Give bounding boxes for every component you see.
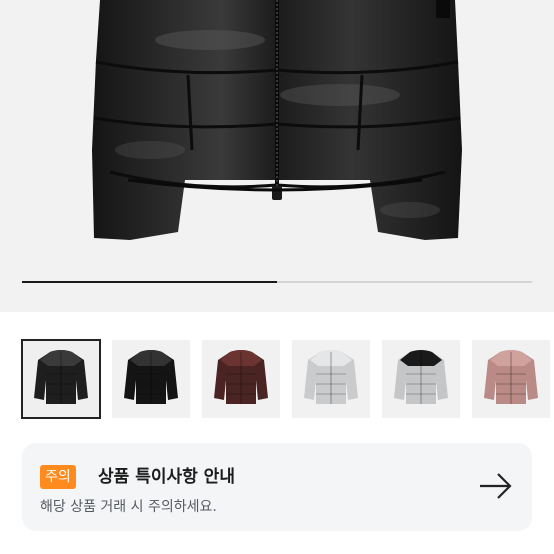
thumbnail-6[interactable] <box>472 340 550 418</box>
thumbnail-4[interactable] <box>292 340 370 418</box>
notice-description: 해당 상품 거래 시 주의하세요. <box>40 499 217 515</box>
jacket-thumbnail-image <box>124 350 178 404</box>
thumbnail-1[interactable] <box>21 339 101 419</box>
image-progress-fill <box>22 281 277 283</box>
thumbnail-strip <box>21 339 554 419</box>
product-main-image <box>92 0 462 240</box>
thumbnail-3[interactable] <box>202 340 280 418</box>
notice-title: 상품 특이사항 안내 <box>98 467 235 487</box>
image-progress-track <box>22 281 532 283</box>
jacket-thumbnail-image <box>304 350 358 404</box>
notice-card[interactable]: 주의 상품 특이사항 안내 해당 상품 거래 시 주의하세요. <box>22 443 532 531</box>
arrow-right-icon[interactable] <box>478 471 514 501</box>
thumbnail-2[interactable] <box>112 340 190 418</box>
jacket-thumbnail-image <box>484 350 538 404</box>
product-image-viewer[interactable] <box>0 0 554 312</box>
caution-badge: 주의 <box>40 465 76 489</box>
jacket-thumbnail-image <box>394 350 448 404</box>
jacket-thumbnail-image <box>34 350 88 404</box>
jacket-thumbnail-image <box>214 350 268 404</box>
thumbnail-5[interactable] <box>382 340 460 418</box>
